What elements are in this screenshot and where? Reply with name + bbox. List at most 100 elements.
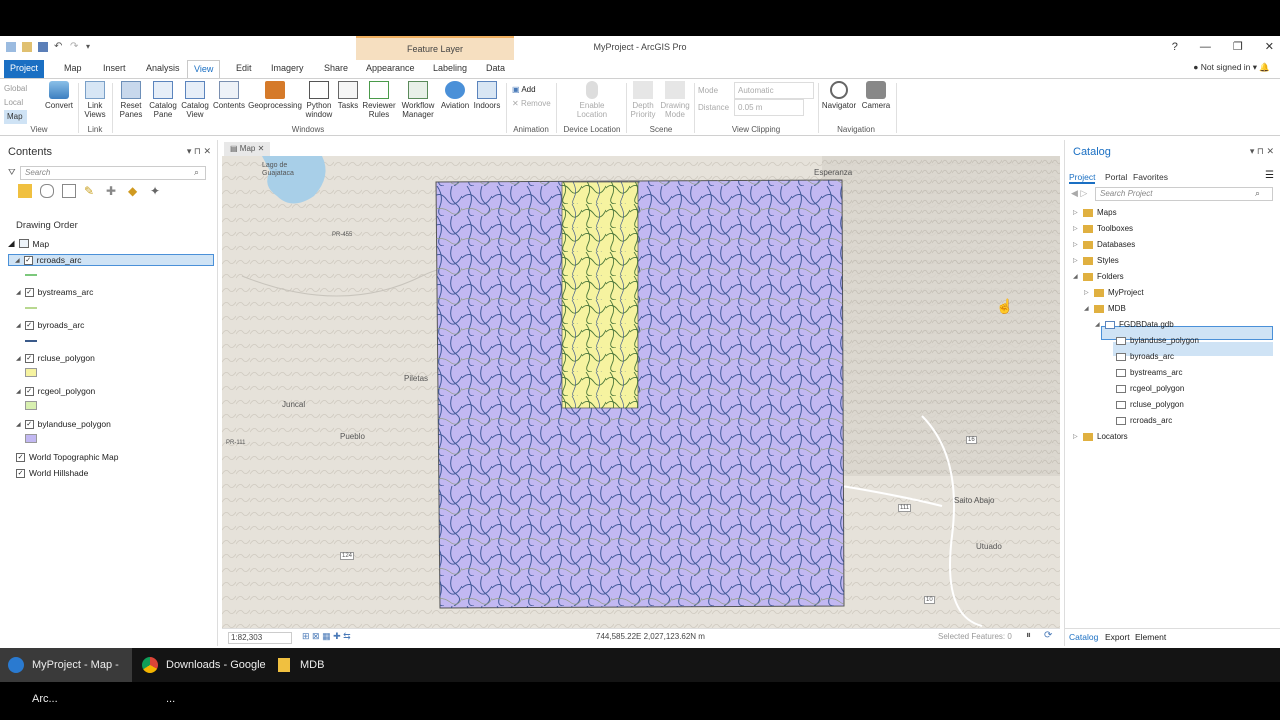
line-symbol[interactable] (25, 274, 37, 276)
map-canvas[interactable]: Lago de Guajataca Esperanza Piletas Junc… (222, 156, 1060, 628)
refresh-icon[interactable]: ⟳ (1044, 630, 1052, 641)
tab-labeling[interactable]: Labeling (427, 60, 473, 78)
catalog-item-folders[interactable]: ◢ Folders (1073, 272, 1124, 281)
contents-pane-controls[interactable]: ▾ ⊓ ✕ (187, 146, 211, 157)
enable-location-button[interactable]: Enable Location (572, 81, 612, 119)
expand-arrow-icon[interactable]: ◢ (16, 322, 21, 329)
depth-priority-button[interactable]: Depth Priority (628, 81, 658, 119)
list-by-selection-icon[interactable] (62, 184, 76, 198)
catalog-view-button[interactable]: Catalog View (180, 81, 210, 119)
tree-arrow-icon[interactable]: ◢ (1095, 321, 1101, 328)
catalog-item-rcluse-polygon[interactable]: rcluse_polygon (1106, 400, 1184, 409)
local-button[interactable]: Local (4, 96, 27, 110)
catalog-item-styles[interactable]: ▷ Styles (1073, 256, 1119, 265)
camera-button[interactable]: Camera (860, 81, 892, 110)
catalog-menu-icon[interactable]: ☰ (1265, 170, 1274, 181)
catalog-tab-favorites[interactable]: Favorites (1133, 172, 1168, 182)
clipping-mode-select[interactable]: Automatic (734, 82, 814, 99)
expand-arrow-icon[interactable]: ◢ (15, 257, 20, 264)
list-by-labeling-icon[interactable]: ◆ (128, 184, 142, 198)
catalog-item-mdb[interactable]: ◢ MDB (1084, 304, 1126, 313)
link-views-button[interactable]: Link Views (82, 81, 108, 119)
drawing-mode-button[interactable]: Drawing Mode (658, 81, 692, 119)
catalog-item-maps[interactable]: ▷ Maps (1073, 208, 1117, 217)
minimize-button[interactable]: — (1200, 36, 1211, 58)
python-window-button[interactable]: Python window (304, 81, 334, 119)
tree-arrow-icon[interactable]: ▷ (1084, 289, 1090, 296)
layer-row[interactable]: ◢ ✓ bystreams_arc (16, 287, 93, 297)
tree-arrow-icon[interactable]: ▷ (1073, 433, 1079, 440)
layer-visibility-checkbox[interactable]: ✓ (24, 320, 34, 330)
taskbar-arcgis-pro[interactable]: MyProject - Map - Arc... (0, 648, 132, 705)
layer-visibility-checkbox[interactable]: ✓ (24, 287, 34, 297)
layer-visibility-checkbox[interactable]: ✓ (24, 353, 34, 363)
layer-row[interactable]: ◢ ✓ byroads_arc (16, 320, 84, 330)
global-button[interactable]: Global (4, 82, 27, 96)
collapse-arrow-icon[interactable]: ◢ (8, 238, 15, 249)
fill-symbol[interactable] (25, 401, 37, 410)
workflow-manager-button[interactable]: Workflow Manager (398, 81, 438, 119)
taskbar-chrome[interactable]: Downloads - Google ... (134, 648, 266, 705)
catalog-item-locators[interactable]: ▷ Locators (1073, 432, 1128, 441)
tab-view[interactable]: View (187, 60, 221, 78)
geoprocessing-button[interactable]: Geoprocessing (248, 81, 302, 110)
tab-data[interactable]: Data (480, 60, 511, 78)
tab-analysis[interactable]: Analysis (140, 60, 186, 78)
line-symbol[interactable] (25, 340, 37, 342)
layer-visibility-checkbox[interactable]: ✓ (24, 419, 34, 429)
new-project-icon[interactable] (6, 42, 16, 52)
catalog-search-icon[interactable]: ⌕ (1255, 188, 1260, 199)
layer-visibility-checkbox[interactable]: ✓ (16, 468, 25, 478)
catalog-item-databases[interactable]: ▷ Databases (1073, 240, 1135, 249)
layer-row[interactable]: ✓ World Topographic Map (16, 452, 118, 462)
tree-arrow-icon[interactable]: ▷ (1073, 225, 1079, 232)
layer-row[interactable]: ◢ ✓ rcgeol_polygon (16, 386, 95, 396)
reset-panes-button[interactable]: Reset Panes (116, 81, 146, 119)
map-view-button[interactable]: Map (4, 110, 28, 124)
search-icon[interactable]: ⌕ (194, 167, 199, 178)
tab-project[interactable]: Project (4, 60, 45, 78)
layer-row[interactable]: ◢ ✓ bylanduse_polygon (16, 419, 111, 429)
catalog-pane-button[interactable]: Catalog Pane (148, 81, 178, 119)
indoors-button[interactable]: Indoors (472, 81, 502, 110)
back-forward-icons[interactable]: ◀ ▷ (1071, 188, 1087, 199)
scale-select[interactable]: 1:82,303 (228, 632, 292, 644)
tree-arrow-icon[interactable]: ▷ (1073, 241, 1079, 248)
tab-imagery[interactable]: Imagery (265, 60, 310, 78)
restore-button[interactable]: ❐ (1233, 36, 1243, 58)
catalog-item-rcroads-arc[interactable]: rcroads_arc (1106, 416, 1172, 425)
redo-icon[interactable]: ↷ (70, 42, 80, 52)
catalog-item-rcgeol-polygon[interactable]: rcgeol_polygon (1106, 384, 1184, 393)
catalog-item-fgdbdata-gdb[interactable]: ◢ FGDBData.gdb (1095, 320, 1174, 329)
tree-arrow-icon[interactable]: ◢ (1073, 273, 1079, 280)
tab-edit[interactable]: Edit (230, 60, 258, 78)
tasks-button[interactable]: Tasks (336, 81, 360, 110)
tab-insert[interactable]: Insert (97, 60, 132, 78)
list-by-snapping-icon[interactable]: ✚ (106, 184, 120, 198)
taskbar-mdb-folder[interactable]: MDB (268, 648, 400, 682)
customize-qat-icon[interactable]: ▾ (86, 42, 96, 52)
layer-visibility-checkbox[interactable]: ✓ (23, 255, 33, 265)
list-by-editing-icon[interactable]: ✎ (84, 184, 98, 198)
remove-animation-button[interactable]: ✕ Remove (512, 97, 551, 111)
catalog-item-byroads-arc[interactable]: byroads_arc (1106, 352, 1174, 361)
reviewer-rules-button[interactable]: Reviewer Rules (362, 81, 396, 119)
status-tools-icons[interactable]: ⊞ ⊠ ▦ ✚ ⇆ (302, 631, 351, 642)
layer-row[interactable]: ◢ ✓ rcluse_polygon (16, 353, 95, 363)
layer-visibility-checkbox[interactable]: ✓ (24, 386, 34, 396)
sign-in-status[interactable]: ● Not signed in ▾ 🔔 (1193, 62, 1270, 73)
contents-search-input[interactable]: Search (20, 166, 206, 180)
tab-appearance[interactable]: Appearance (360, 60, 421, 78)
selected-features-count[interactable]: Selected Features: 0 (938, 632, 1012, 641)
list-by-data-source-icon[interactable] (40, 184, 54, 198)
coordinates-readout[interactable]: 744,585.22E 2,027,123.62N m (596, 632, 705, 641)
catalog-tab-project[interactable]: Project (1069, 172, 1096, 184)
undo-icon[interactable]: ↶ (54, 42, 64, 52)
line-symbol[interactable] (25, 307, 37, 309)
navigator-button[interactable]: Navigator (820, 81, 858, 110)
expand-arrow-icon[interactable]: ◢ (16, 289, 21, 296)
layer-row[interactable]: ✓ World Hillshade (16, 468, 88, 478)
fill-symbol[interactable] (25, 434, 37, 443)
tree-arrow-icon[interactable]: ◢ (1084, 305, 1090, 312)
tree-arrow-icon[interactable]: ▷ (1073, 209, 1079, 216)
